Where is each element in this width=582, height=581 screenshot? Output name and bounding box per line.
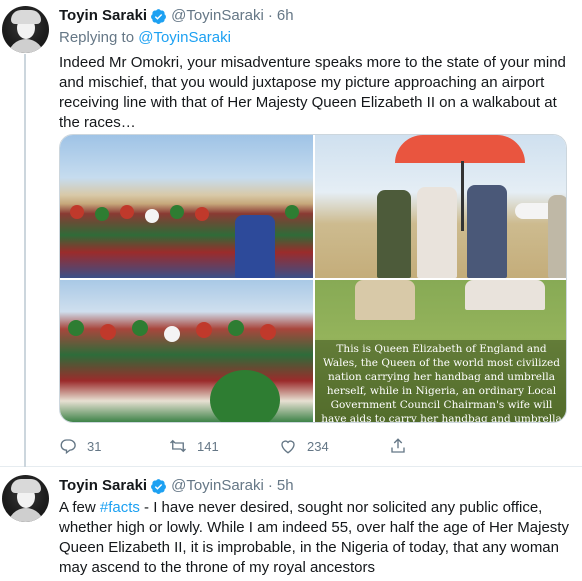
hashtag-link[interactable]: #facts xyxy=(100,499,140,516)
photo-umbrella-arrival[interactable] xyxy=(315,135,566,278)
reply-count: 31 xyxy=(87,438,102,454)
like-count: 234 xyxy=(307,438,329,454)
reply-button[interactable]: 31 xyxy=(59,437,169,455)
media-caption: This is Queen Elizabeth of England and W… xyxy=(315,340,566,422)
replying-to: Replying to @ToyinSaraki xyxy=(59,28,572,48)
avatar[interactable] xyxy=(2,6,49,53)
tweet-media-grid[interactable]: This is Queen Elizabeth of England and W… xyxy=(59,134,567,423)
replying-to-label: Replying to xyxy=(59,29,135,46)
tweet-text-prefix: A few xyxy=(59,499,100,516)
photo-crowd-airport[interactable] xyxy=(60,135,313,278)
thread-line xyxy=(24,54,26,467)
separator: · xyxy=(267,7,273,24)
tweet-header: Toyin Saraki @ToyinSaraki · 5h xyxy=(59,476,572,496)
photo-queen-caption[interactable]: This is Queen Elizabeth of England and W… xyxy=(315,280,566,422)
tweet-time[interactable]: 5h xyxy=(277,476,294,496)
retweet-icon xyxy=(170,439,186,453)
retweet-count: 141 xyxy=(197,438,219,454)
tweet-text: A few #facts - I have never desired, sou… xyxy=(59,498,572,578)
heart-icon xyxy=(281,440,295,454)
author-name[interactable]: Toyin Saraki xyxy=(59,6,147,26)
replying-to-handle-link[interactable]: @ToyinSaraki xyxy=(138,29,231,46)
verified-badge-icon xyxy=(151,478,167,494)
verified-badge-icon xyxy=(151,8,167,24)
avatar[interactable] xyxy=(2,475,49,522)
tweet-2[interactable]: Toyin Saraki @ToyinSaraki · 5h A few #fa… xyxy=(0,467,582,581)
like-button[interactable]: 234 xyxy=(279,437,389,455)
photo-crowd-women[interactable] xyxy=(60,280,313,422)
author-name[interactable]: Toyin Saraki xyxy=(59,476,147,496)
share-icon xyxy=(391,438,405,453)
author-handle[interactable]: @ToyinSaraki xyxy=(171,6,264,26)
tweet-time[interactable]: 6h xyxy=(277,6,294,26)
tweet-text: Indeed Mr Omokri, your misadventure spea… xyxy=(59,54,566,131)
tweet-header: Toyin Saraki @ToyinSaraki · 6h xyxy=(59,6,572,26)
tweet-actions: 31 141 234 xyxy=(59,436,499,456)
retweet-button[interactable]: 141 xyxy=(169,437,279,455)
share-button[interactable] xyxy=(389,437,499,455)
reply-icon xyxy=(60,439,76,455)
separator: · xyxy=(267,477,273,494)
author-handle[interactable]: @ToyinSaraki xyxy=(171,476,264,496)
tweet-1[interactable]: Toyin Saraki @ToyinSaraki · 6h Replying … xyxy=(0,0,582,467)
